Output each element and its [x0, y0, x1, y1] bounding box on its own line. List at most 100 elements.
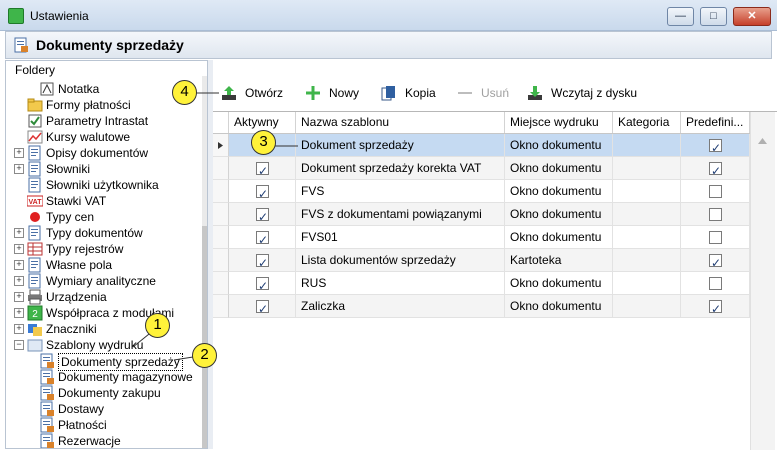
predefined-checkbox[interactable] — [709, 277, 722, 290]
folder-item[interactable]: Płatności — [6, 417, 202, 433]
category-cell[interactable] — [613, 249, 681, 272]
print-place-cell[interactable]: Okno dokumentu — [505, 272, 613, 295]
folder-item[interactable]: Parametry Intrastat — [6, 113, 202, 129]
active-checkbox[interactable]: ✓ — [256, 254, 269, 270]
table-row[interactable]: ✓ Lista dokumentów sprzedaży Kartoteka ✓ — [213, 249, 750, 272]
category-cell[interactable] — [613, 203, 681, 226]
row-selector[interactable] — [213, 226, 229, 249]
table-row[interactable]: Dokument sprzedaży Okno dokumentu ✓ — [213, 134, 750, 157]
category-cell[interactable] — [613, 295, 681, 318]
table-row[interactable]: ✓ FVS Okno dokumentu — [213, 180, 750, 203]
predefined-checkbox[interactable] — [709, 231, 722, 244]
active-checkbox[interactable]: ✓ — [256, 208, 269, 224]
predefined-checkbox[interactable]: ✓ — [709, 139, 722, 155]
template-name-cell[interactable]: Dokument sprzedaży — [296, 134, 505, 157]
print-place-cell[interactable]: Kartoteka — [505, 249, 613, 272]
folder-item[interactable]: + Znaczniki — [6, 321, 202, 337]
category-cell[interactable] — [613, 157, 681, 180]
minimize-button[interactable]: — — [667, 7, 694, 26]
grid-scrollbar[interactable] — [750, 112, 775, 450]
predefined-checkbox[interactable]: ✓ — [709, 162, 722, 178]
table-row[interactable]: ✓ Dokument sprzedaży korekta VAT Okno doku… — [213, 157, 750, 180]
template-name-cell[interactable]: Zaliczka — [296, 295, 505, 318]
template-name-cell[interactable]: FVS01 — [296, 226, 505, 249]
active-checkbox[interactable]: ✓ — [256, 231, 269, 247]
expand-icon[interactable]: + — [14, 260, 24, 270]
folder-item[interactable]: Dostawy — [6, 401, 202, 417]
table-row[interactable]: ✓ FVS z dokumentami powiązanymi Okno dokum… — [213, 203, 750, 226]
expand-icon[interactable]: + — [14, 244, 24, 254]
folder-item[interactable]: + Opisy dokumentów — [6, 145, 202, 161]
row-selector[interactable] — [213, 134, 229, 157]
predefined-checkbox[interactable] — [709, 208, 722, 221]
expand-icon[interactable]: + — [14, 308, 24, 318]
folder-item[interactable]: Dokumenty zakupu — [6, 385, 202, 401]
print-place-cell[interactable]: Okno dokumentu — [505, 226, 613, 249]
expand-icon[interactable]: + — [14, 164, 24, 174]
category-cell[interactable] — [613, 134, 681, 157]
row-selector[interactable] — [213, 249, 229, 272]
folder-item[interactable]: VAT Stawki VAT — [6, 193, 202, 209]
column-header-category[interactable]: Kategoria — [613, 112, 681, 133]
predefined-checkbox[interactable]: ✓ — [709, 254, 722, 270]
column-header-predefined[interactable]: Predefini... — [681, 112, 750, 133]
active-checkbox[interactable]: ✓ — [256, 300, 269, 316]
folder-item[interactable]: Typy cen — [6, 209, 202, 225]
folder-item[interactable]: + Typy dokumentów — [6, 225, 202, 241]
print-place-cell[interactable]: Okno dokumentu — [505, 134, 613, 157]
active-checkbox[interactable]: ✓ — [256, 162, 269, 178]
table-row[interactable]: ✓ FVS01 Okno dokumentu — [213, 226, 750, 249]
template-name-cell[interactable]: FVS z dokumentami powiązanymi — [296, 203, 505, 226]
table-row[interactable]: ✓ RUS Okno dokumentu — [213, 272, 750, 295]
folder-item[interactable]: + Słowniki — [6, 161, 202, 177]
predefined-checkbox[interactable] — [709, 185, 722, 198]
expand-icon[interactable]: + — [14, 292, 24, 302]
template-name-cell[interactable]: Lista dokumentów sprzedaży — [296, 249, 505, 272]
active-checkbox[interactable]: ✓ — [256, 277, 269, 293]
row-selector[interactable] — [213, 203, 229, 226]
column-header-place[interactable]: Miejsce wydruku — [505, 112, 613, 133]
template-name-cell[interactable]: FVS — [296, 180, 505, 203]
category-cell[interactable] — [613, 226, 681, 249]
table-row[interactable]: ✓ Zaliczka Okno dokumentu ✓ — [213, 295, 750, 318]
folder-item[interactable]: + Urządzenia — [6, 289, 202, 305]
active-checkbox[interactable]: ✓ — [256, 185, 269, 201]
document-icon — [28, 273, 41, 289]
close-button[interactable]: ✕ — [733, 7, 771, 26]
expand-icon[interactable]: + — [14, 276, 24, 286]
folder-item[interactable]: + Wymiary analityczne — [6, 273, 202, 289]
category-cell[interactable] — [613, 272, 681, 295]
svg-text:2: 2 — [32, 309, 38, 320]
collapse-icon[interactable]: − — [14, 340, 24, 350]
print-place-cell[interactable]: Okno dokumentu — [505, 203, 613, 226]
print-place-cell[interactable]: Okno dokumentu — [505, 157, 613, 180]
row-selector[interactable] — [213, 157, 229, 180]
folder-item[interactable]: Słowniki użytkownika — [6, 177, 202, 193]
predefined-checkbox[interactable]: ✓ — [709, 300, 722, 316]
intrastat-icon — [28, 114, 42, 128]
template-name-cell[interactable]: Dokument sprzedaży korekta VAT — [296, 157, 505, 180]
expand-icon[interactable]: + — [14, 228, 24, 238]
folder-item[interactable]: + Własne pola — [6, 257, 202, 273]
folder-item[interactable]: Rezerwacje — [6, 433, 202, 448]
expand-icon[interactable]: + — [14, 324, 24, 334]
print-place-cell[interactable]: Okno dokumentu — [505, 180, 613, 203]
folder-item[interactable]: + Typy rejestrów — [6, 241, 202, 257]
column-header-name[interactable]: Nazwa szablonu — [296, 112, 505, 133]
row-selector[interactable] — [213, 180, 229, 203]
folder-item[interactable]: Kursy walutowe — [6, 129, 202, 145]
row-selector[interactable] — [213, 295, 229, 318]
folder-item[interactable]: Formy płatności — [6, 97, 202, 113]
folder-item[interactable]: Dokumenty sprzedaży — [6, 353, 202, 371]
folder-item[interactable]: +2 Współpraca z modułami — [6, 305, 202, 321]
print-place-cell[interactable]: Okno dokumentu — [505, 295, 613, 318]
callout-4: 4 — [172, 80, 197, 105]
scroll-up-icon[interactable] — [758, 138, 767, 144]
row-selector[interactable] — [213, 272, 229, 295]
folder-item[interactable]: − Szablony wydruku — [6, 337, 202, 353]
category-cell[interactable] — [613, 180, 681, 203]
maximize-button[interactable]: □ — [700, 7, 727, 26]
template-name-cell[interactable]: RUS — [296, 272, 505, 295]
expand-icon[interactable]: + — [14, 148, 24, 158]
folder-item[interactable]: Dokumenty magazynowe — [6, 369, 202, 385]
